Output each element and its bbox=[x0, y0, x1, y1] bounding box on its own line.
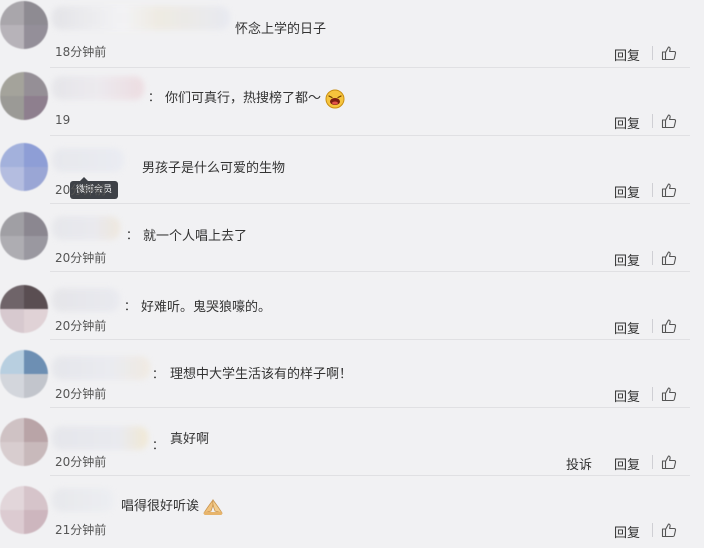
comment-time: 20分钟前 bbox=[55, 183, 107, 197]
username-blurred[interactable] bbox=[52, 356, 150, 380]
username-blurred[interactable] bbox=[52, 288, 120, 312]
comment-text: 理想中大学生活该有的样子啊！ bbox=[170, 367, 353, 382]
divider bbox=[652, 523, 653, 537]
thumbs-up-icon[interactable] bbox=[661, 386, 677, 402]
divider bbox=[652, 455, 653, 469]
username-blurred[interactable] bbox=[52, 76, 144, 100]
divider bbox=[652, 183, 653, 197]
comment-row: ： 你们可真行，热搜榜了都～ 19 微博会员 回复 bbox=[0, 68, 704, 199]
reply-button[interactable]: 回复 bbox=[614, 386, 640, 405]
reply-button[interactable]: 回复 bbox=[614, 454, 640, 473]
comment-row: 怀念上学的日子 18分钟前 回复 bbox=[0, 0, 704, 68]
comment-row: 男孩子是什么可爱的生物 20分钟前 回复 bbox=[0, 136, 704, 204]
comment-row: ： 理想中大学生活该有的样子啊！ 20分钟前 回复 bbox=[0, 340, 704, 408]
avatar[interactable] bbox=[0, 418, 48, 466]
comment-colon: ： bbox=[152, 438, 165, 452]
avatar[interactable] bbox=[0, 285, 48, 333]
reply-button[interactable]: 回复 bbox=[614, 113, 640, 132]
username-blurred[interactable] bbox=[52, 488, 114, 512]
username-blurred[interactable] bbox=[52, 426, 148, 450]
divider bbox=[652, 46, 653, 60]
divider bbox=[652, 387, 653, 401]
reply-button[interactable]: 回复 bbox=[614, 250, 640, 269]
reply-button[interactable]: 回复 bbox=[614, 522, 640, 541]
thumbs-up-icon[interactable] bbox=[661, 45, 677, 61]
divider bbox=[652, 319, 653, 333]
report-button[interactable]: 投诉 bbox=[566, 454, 592, 473]
comment-colon: ： bbox=[152, 367, 165, 381]
praying-hands-emoji-icon bbox=[203, 498, 223, 515]
reply-button[interactable]: 回复 bbox=[614, 182, 640, 201]
divider bbox=[652, 114, 653, 128]
thumbs-up-icon[interactable] bbox=[661, 250, 677, 266]
comment-colon: ： bbox=[126, 228, 139, 242]
avatar[interactable] bbox=[0, 1, 48, 49]
username-blurred[interactable] bbox=[52, 6, 230, 30]
comment-row: ： 好难听。鬼哭狼嚎的。 20分钟前 回复 bbox=[0, 272, 704, 340]
comment-time: 20分钟前 bbox=[55, 387, 107, 401]
comment-text: 男孩子是什么可爱的生物 bbox=[142, 161, 286, 176]
comment-text: 真好啊 bbox=[170, 432, 210, 447]
avatar[interactable] bbox=[0, 486, 48, 534]
username-blurred[interactable] bbox=[52, 216, 120, 240]
thumbs-up-icon[interactable] bbox=[661, 454, 677, 470]
divider bbox=[652, 251, 653, 265]
comment-list: 怀念上学的日子 18分钟前 回复 ： 你们可真行，热搜榜了都～ 19 微博会员 … bbox=[0, 0, 704, 548]
avatar[interactable] bbox=[0, 143, 48, 191]
reply-button[interactable]: 回复 bbox=[614, 45, 640, 64]
thumbs-up-icon[interactable] bbox=[661, 318, 677, 334]
laughing-emoji-icon bbox=[325, 89, 345, 108]
comment-row: 唱得很好听诶 21分钟前 回复 bbox=[0, 476, 704, 544]
comment-text: 你们可真行，热搜榜了都～ bbox=[165, 87, 346, 109]
comment-time: 20分钟前 bbox=[55, 251, 107, 265]
comment-time: 21分钟前 bbox=[55, 523, 107, 537]
username-blurred[interactable] bbox=[52, 148, 124, 172]
comment-text: 好难听。鬼哭狼嚎的。 bbox=[141, 300, 272, 315]
thumbs-up-icon[interactable] bbox=[661, 522, 677, 538]
comment-time: 20分钟前 bbox=[55, 319, 107, 333]
reply-button[interactable]: 回复 bbox=[614, 318, 640, 337]
comment-time: 19 bbox=[55, 113, 71, 127]
comment-row: ： 真好啊 20分钟前 投诉 回复 bbox=[0, 408, 704, 476]
comment-row: ： 就一个人唱上去了 20分钟前 回复 bbox=[0, 204, 704, 272]
thumbs-up-icon[interactable] bbox=[661, 182, 677, 198]
comment-time: 20分钟前 bbox=[55, 455, 107, 469]
comment-text: 就一个人唱上去了 bbox=[143, 229, 248, 244]
comment-text: 唱得很好听诶 bbox=[121, 495, 224, 516]
comment-colon: ： bbox=[148, 90, 161, 104]
comment-colon: ： bbox=[124, 299, 137, 313]
avatar[interactable] bbox=[0, 350, 48, 398]
avatar[interactable] bbox=[0, 212, 48, 260]
comment-time: 18分钟前 bbox=[55, 45, 107, 59]
comment-text: 怀念上学的日子 bbox=[235, 22, 327, 37]
thumbs-up-icon[interactable] bbox=[661, 113, 677, 129]
avatar[interactable] bbox=[0, 72, 48, 120]
